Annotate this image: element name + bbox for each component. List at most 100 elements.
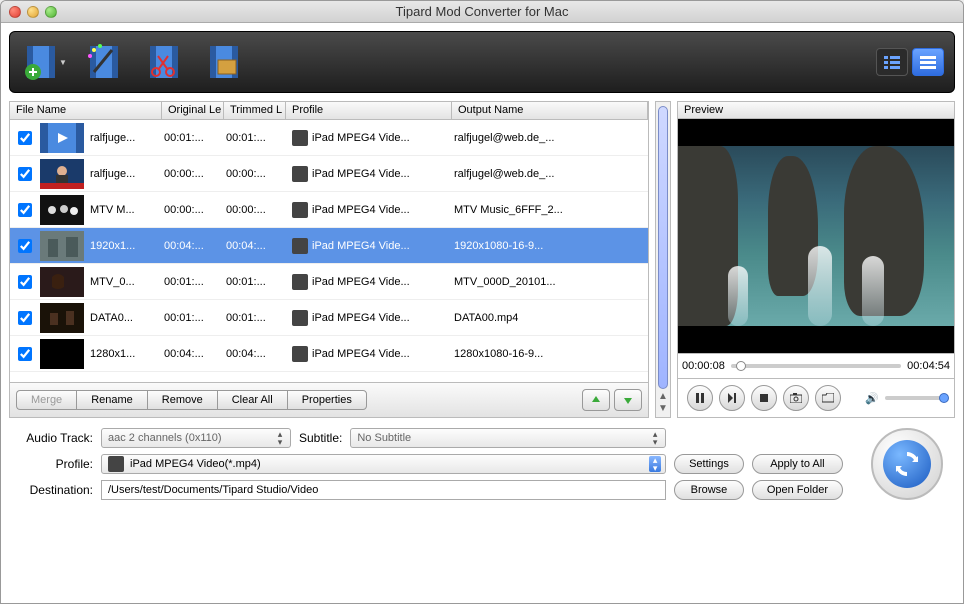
profile-icon — [288, 346, 312, 362]
convert-button[interactable] — [871, 428, 943, 500]
cell-trimmed: 00:00:... — [226, 168, 288, 180]
col-filename[interactable]: File Name — [10, 102, 162, 119]
file-rows: ralfjuge...00:01:...00:01:...iPad MPEG4 … — [10, 120, 648, 382]
profile-icon — [288, 238, 312, 254]
row-checkbox[interactable] — [18, 275, 32, 289]
cell-profile: iPad MPEG4 Vide... — [312, 276, 454, 288]
table-row[interactable]: MTV_0...00:01:...00:01:...iPad MPEG4 Vid… — [10, 264, 648, 300]
profile-icon — [288, 274, 312, 290]
destination-field[interactable]: /Users/test/Documents/Tipard Studio/Vide… — [101, 480, 666, 500]
cell-filename: ralfjuge... — [90, 168, 164, 180]
cell-trimmed: 00:01:... — [226, 312, 288, 324]
cell-original: 00:01:... — [164, 276, 226, 288]
profile-icon — [288, 310, 312, 326]
snapshot-button[interactable] — [783, 385, 809, 411]
list-action-bar: Merge Rename Remove Clear All Properties — [10, 382, 648, 417]
snapshot-folder-button[interactable] — [815, 385, 841, 411]
subtitle-label: Subtitle: — [299, 431, 342, 445]
playback-bar: 00:00:08 00:04:54 — [677, 354, 955, 379]
merge-button[interactable]: Merge — [16, 390, 76, 410]
preview-header: Preview — [677, 101, 955, 119]
cell-filename: MTV M... — [90, 204, 164, 216]
row-checkbox[interactable] — [18, 347, 32, 361]
remove-button[interactable]: Remove — [147, 390, 217, 410]
table-row[interactable]: MTV M...00:00:...00:00:...iPad MPEG4 Vid… — [10, 192, 648, 228]
table-row[interactable]: 1280x1...00:04:...00:04:...iPad MPEG4 Vi… — [10, 336, 648, 372]
scroll-down-icon[interactable]: ▼ — [657, 403, 669, 415]
add-file-icon[interactable]: ▼ — [20, 38, 68, 86]
seek-slider[interactable] — [731, 364, 901, 368]
subtitle-combo[interactable]: No Subtitle▴▾ — [350, 428, 666, 448]
cell-output: MTV_000D_20101... — [454, 276, 614, 288]
profile-label: Profile: — [13, 457, 93, 471]
move-down-button[interactable] — [614, 389, 642, 411]
col-original[interactable]: Original Le — [162, 102, 224, 119]
cell-filename: MTV_0... — [90, 276, 164, 288]
properties-button[interactable]: Properties — [287, 390, 367, 410]
row-checkbox[interactable] — [18, 203, 32, 217]
move-up-button[interactable] — [582, 389, 610, 411]
cell-filename: 1920x1... — [90, 240, 164, 252]
list-view-button[interactable] — [876, 48, 908, 76]
row-checkbox[interactable] — [18, 131, 32, 145]
thumbnail — [40, 231, 84, 261]
profile-icon — [288, 130, 312, 146]
open-folder-button[interactable]: Open Folder — [752, 480, 843, 500]
trim-icon[interactable] — [140, 38, 188, 86]
time-total: 00:04:54 — [907, 360, 950, 372]
cell-output: ralfjugel@web.de_... — [454, 132, 614, 144]
step-forward-button[interactable] — [719, 385, 745, 411]
table-row[interactable]: 1920x1...00:04:...00:04:...iPad MPEG4 Vi… — [10, 228, 648, 264]
settings-button[interactable]: Settings — [674, 454, 744, 474]
thumbnail — [40, 303, 84, 333]
stop-button[interactable] — [751, 385, 777, 411]
col-profile[interactable]: Profile — [286, 102, 452, 119]
col-output[interactable]: Output Name — [452, 102, 648, 119]
crop-icon[interactable] — [200, 38, 248, 86]
titlebar: Tipard Mod Converter for Mac — [1, 1, 963, 23]
table-row[interactable]: ralfjuge...00:00:...00:00:...iPad MPEG4 … — [10, 156, 648, 192]
col-trimmed[interactable]: Trimmed L — [224, 102, 286, 119]
cell-profile: iPad MPEG4 Vide... — [312, 312, 454, 324]
cell-original: 00:04:... — [164, 348, 226, 360]
rename-button[interactable]: Rename — [76, 390, 147, 410]
cell-output: MTV Music_6FFF_2... — [454, 204, 614, 216]
vertical-scrollbar[interactable]: ▲ ▼ — [655, 101, 671, 418]
cell-profile: iPad MPEG4 Vide... — [312, 132, 454, 144]
cell-filename: ralfjuge... — [90, 132, 164, 144]
cell-original: 00:00:... — [164, 204, 226, 216]
volume-slider[interactable] — [885, 396, 945, 400]
thumbnail — [40, 339, 84, 369]
scroll-up-icon[interactable]: ▲ — [657, 391, 669, 403]
cell-original: 00:01:... — [164, 132, 226, 144]
effect-icon[interactable] — [80, 38, 128, 86]
scroll-thumb[interactable] — [658, 106, 668, 389]
profile-combo[interactable]: iPad MPEG4 Video(*.mp4)▴▾ — [101, 454, 666, 474]
thumbnail — [40, 195, 84, 225]
cell-output: DATA00.mp4 — [454, 312, 614, 324]
cell-original: 00:00:... — [164, 168, 226, 180]
apply-all-button[interactable]: Apply to All — [752, 454, 843, 474]
time-current: 00:00:08 — [682, 360, 725, 372]
audio-track-combo[interactable]: aac 2 channels (0x110)▴▾ — [101, 428, 291, 448]
profile-icon — [288, 202, 312, 218]
row-checkbox[interactable] — [18, 239, 32, 253]
table-row[interactable]: ralfjuge...00:01:...00:01:...iPad MPEG4 … — [10, 120, 648, 156]
row-checkbox[interactable] — [18, 311, 32, 325]
cell-trimmed: 00:00:... — [226, 204, 288, 216]
main-toolbar: ▼ — [9, 31, 955, 93]
thumbnail — [40, 267, 84, 297]
browse-button[interactable]: Browse — [674, 480, 744, 500]
clearall-button[interactable]: Clear All — [217, 390, 287, 410]
row-checkbox[interactable] — [18, 167, 32, 181]
file-list-panel: File Name Original Le Trimmed L Profile … — [9, 101, 649, 418]
detail-view-button[interactable] — [912, 48, 944, 76]
cell-output: ralfjugel@web.de_... — [454, 168, 614, 180]
view-mode-buttons — [876, 48, 944, 76]
table-row[interactable]: DATA0...00:01:...00:01:...iPad MPEG4 Vid… — [10, 300, 648, 336]
volume-icon: 🔊 — [865, 392, 879, 405]
pause-button[interactable] — [687, 385, 713, 411]
audio-track-label: Audio Track: — [13, 431, 93, 445]
cell-profile: iPad MPEG4 Vide... — [312, 240, 454, 252]
cell-filename: 1280x1... — [90, 348, 164, 360]
